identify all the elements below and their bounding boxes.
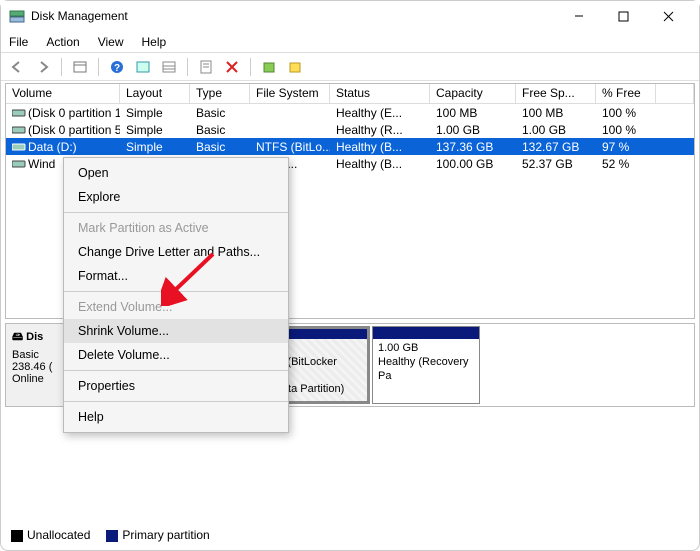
menu-file[interactable]: File <box>7 33 30 51</box>
cm-extend: Extend Volume... <box>64 295 288 319</box>
menubar: File Action View Help <box>1 31 699 53</box>
col-status[interactable]: Status <box>330 84 430 103</box>
cm-shrink[interactable]: Shrink Volume... <box>64 319 288 343</box>
legend-primary: Primary partition <box>122 528 209 542</box>
toolbar-icon-b[interactable] <box>285 57 305 77</box>
forward-button[interactable] <box>33 57 53 77</box>
table-row[interactable]: Data (D:)SimpleBasicNTFS (BitLo...Health… <box>6 138 694 155</box>
svg-text:?: ? <box>114 63 120 74</box>
cm-format[interactable]: Format... <box>64 264 288 288</box>
menu-view[interactable]: View <box>96 33 126 51</box>
cm-explore[interactable]: Explore <box>64 185 288 209</box>
col-volume[interactable]: Volume <box>6 84 120 103</box>
cm-delete[interactable]: Delete Volume... <box>64 343 288 367</box>
legend-unallocated-swatch <box>11 530 23 542</box>
table-row[interactable]: (Disk 0 partition 1)SimpleBasicHealthy (… <box>6 104 694 121</box>
toolbar-icon-a[interactable] <box>259 57 279 77</box>
minimize-button[interactable] <box>556 2 601 30</box>
partition[interactable]: 1.00 GBHealthy (Recovery Pa <box>372 326 480 404</box>
maximize-button[interactable] <box>601 2 646 30</box>
cm-mark-active: Mark Partition as Active <box>64 216 288 240</box>
drive-icon <box>12 141 26 153</box>
legend-primary-swatch <box>106 530 118 542</box>
col-freespace[interactable]: Free Sp... <box>516 84 596 103</box>
close-button[interactable] <box>646 2 691 30</box>
drive-icon <box>12 158 26 170</box>
legend: Unallocated Primary partition <box>11 528 210 542</box>
context-menu: Open Explore Mark Partition as Active Ch… <box>63 157 289 433</box>
drive-icon <box>12 107 26 119</box>
show-hide-icon[interactable] <box>70 57 90 77</box>
disk-label: Dis <box>26 331 43 343</box>
delete-button[interactable] <box>222 57 242 77</box>
cm-properties[interactable]: Properties <box>64 374 288 398</box>
col-pctfree[interactable]: % Free <box>596 84 656 103</box>
disk-icon: 🖴 <box>12 331 26 343</box>
menu-help[interactable]: Help <box>140 33 169 51</box>
col-layout[interactable]: Layout <box>120 84 190 103</box>
titlebar: Disk Management <box>1 1 699 31</box>
window-title: Disk Management <box>31 9 128 23</box>
cm-open[interactable]: Open <box>64 161 288 185</box>
drive-icon <box>12 124 26 136</box>
col-spacer <box>656 84 694 103</box>
menu-action[interactable]: Action <box>44 33 81 51</box>
help-icon[interactable]: ? <box>107 57 127 77</box>
col-filesystem[interactable]: File System <box>250 84 330 103</box>
table-header: Volume Layout Type File System Status Ca… <box>6 84 694 104</box>
app-icon <box>9 8 25 24</box>
col-capacity[interactable]: Capacity <box>430 84 516 103</box>
table-row[interactable]: (Disk 0 partition 5)SimpleBasicHealthy (… <box>6 121 694 138</box>
cm-help[interactable]: Help <box>64 405 288 429</box>
col-type[interactable]: Type <box>190 84 250 103</box>
toolbar-list-icon[interactable] <box>159 57 179 77</box>
toolbar-view-icon[interactable] <box>133 57 153 77</box>
properties-button[interactable] <box>196 57 216 77</box>
cm-change-letter[interactable]: Change Drive Letter and Paths... <box>64 240 288 264</box>
back-button[interactable] <box>7 57 27 77</box>
legend-unallocated: Unallocated <box>27 528 90 542</box>
toolbar: ? <box>1 53 699 81</box>
